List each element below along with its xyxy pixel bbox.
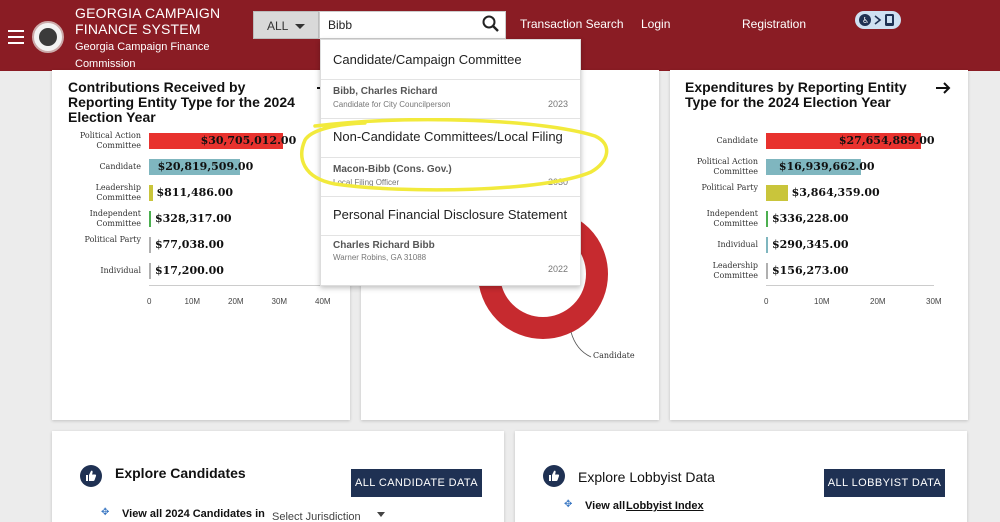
bar-value-label: $3,864,359.00 [791, 186, 880, 199]
bar-value-label: $328,317.00 [155, 212, 232, 225]
bar-value-label: $17,200.00 [155, 264, 224, 277]
site-subtitle: Georgia Campaign Finance Commission [75, 41, 210, 70]
x-tick-label: 20M [870, 297, 886, 306]
result-year: 2023 [547, 99, 568, 109]
donut-label: Candidate [593, 351, 635, 360]
x-tick-label: 40M [315, 297, 331, 306]
dropdown-result-item[interactable]: Charles Richard Bibb Warner Robins, GA 3… [321, 236, 580, 286]
bar-category-label: Candidate [99, 162, 141, 171]
search-scope-value: ALL [267, 19, 289, 33]
move-icon: ✥ [101, 507, 110, 518]
result-year: 2022 [547, 264, 568, 274]
nav-login[interactable]: Login [641, 17, 670, 31]
explore-candidates-title: Explore Candidates [115, 465, 246, 481]
expenditures-card: Expenditures by Reporting Entity Type fo… [670, 70, 968, 420]
x-tick-label: 20M [228, 297, 244, 306]
caret-down-icon [295, 24, 305, 29]
nav-transaction-search[interactable]: Transaction Search [520, 17, 624, 31]
contributions-title: Contributions Received by Reporting Enti… [68, 79, 295, 125]
bar-category-label: Political Party [84, 235, 141, 244]
site-title[interactable]: GEORGIA CAMPAIGN FINANCE SYSTEM [75, 5, 255, 37]
all-lobbyist-data-button[interactable]: ALL LOBBYIST DATA [824, 469, 945, 497]
bar-value-label: $336,228.00 [772, 212, 849, 225]
search-icon[interactable] [481, 14, 501, 34]
view-all-text: View all [585, 500, 626, 512]
move-icon: ✥ [564, 499, 573, 510]
bar-category-label: Political Party [701, 183, 758, 192]
bar-value-label: $811,486.00 [156, 186, 234, 199]
bar[interactable] [766, 211, 768, 227]
bar-value-label: $16,939,662.00 [778, 160, 875, 173]
dropdown-section-heading: Candidate/Campaign Committee [333, 52, 522, 67]
bar-value-label: $27,654,889.00 [838, 134, 935, 147]
thumbs-up-icon [543, 465, 565, 487]
arrow-right-icon[interactable] [935, 81, 951, 95]
result-subtitle: Warner Robins, GA 31088 [333, 253, 427, 262]
x-tick-label: 30M [271, 297, 288, 306]
chart-axis-line [766, 285, 934, 286]
bar[interactable] [766, 263, 768, 279]
bar-category-label: Independent Committee [89, 209, 141, 228]
bar-category-label: Candidate [716, 136, 758, 145]
expenditures-title: Expenditures by Reporting Entity Type fo… [685, 79, 907, 110]
bar[interactable] [149, 211, 151, 227]
accessibility-icon: ♿ [859, 14, 894, 26]
x-tick-label: 10M [814, 297, 830, 306]
bar[interactable] [149, 185, 153, 201]
menu-icon[interactable] [8, 30, 24, 44]
bar[interactable] [149, 263, 151, 279]
bar-category-label: Leadership Committee [95, 183, 141, 202]
bar-category-label: Political Action Committee [79, 131, 141, 150]
dropdown-result-item[interactable]: Bibb, Charles Richard Candidate for City… [321, 80, 580, 118]
accessibility-toggle[interactable]: ♿ [855, 11, 901, 29]
bar[interactable] [149, 237, 151, 253]
bar-category-label: Leadership Committee [712, 261, 758, 280]
bar-category-label: Individual [100, 266, 141, 275]
thumbs-up-icon [80, 465, 102, 487]
x-tick-label: 0 [147, 297, 152, 306]
jurisdiction-select[interactable]: Select Jurisdiction [272, 507, 388, 522]
bar-category-label: Independent Committee [706, 209, 758, 228]
bar-value-label: $20,819,509.00 [157, 160, 254, 173]
bar-value-label: $290,345.00 [772, 238, 849, 251]
search-scope-select[interactable]: ALL [253, 11, 319, 39]
donut-leader-line [570, 331, 592, 358]
highlight-annotation [300, 118, 609, 192]
explore-lobbyist-card: Explore Lobbyist Data ALL LOBBYIST DATA … [515, 431, 967, 522]
nav-registration[interactable]: Registration [742, 17, 806, 31]
view-candidates-text: View all 2024 Candidates in [122, 508, 265, 520]
result-name: Charles Richard Bibb [333, 240, 435, 251]
bar-value-label: $156,273.00 [772, 264, 849, 277]
chart-axis-line [149, 285, 323, 286]
bar[interactable] [766, 185, 788, 201]
bar-category-label: Individual [717, 240, 758, 249]
dropdown-section-heading: Personal Financial Disclosure Statement [333, 207, 568, 222]
x-tick-label: 0 [764, 297, 769, 306]
result-name: Bibb, Charles Richard [333, 86, 438, 97]
svg-text:♿: ♿ [862, 16, 869, 25]
bar-value-label: $77,038.00 [155, 238, 224, 251]
result-subtitle: Candidate for City Councilperson [333, 100, 451, 109]
search-input[interactable] [319, 11, 506, 39]
all-candidate-data-button[interactable]: ALL CANDIDATE DATA [351, 469, 482, 497]
state-seal-logo[interactable] [32, 21, 64, 53]
jurisdiction-select-value: Select Jurisdiction [272, 511, 361, 522]
bar-value-label: $30,705,012.00 [200, 134, 297, 147]
x-tick-label: 10M [184, 297, 201, 306]
bar-category-label: Political Action Committee [696, 157, 758, 176]
explore-lobbyist-title: Explore Lobbyist Data [578, 469, 715, 485]
x-tick-label: 30M [926, 297, 942, 306]
caret-down-icon [377, 512, 385, 517]
explore-candidates-card: Explore Candidates ALL CANDIDATE DATA ✥ … [52, 431, 504, 522]
bar[interactable] [766, 237, 768, 253]
lobbyist-index-link[interactable]: Lobbyist Index [626, 500, 704, 512]
